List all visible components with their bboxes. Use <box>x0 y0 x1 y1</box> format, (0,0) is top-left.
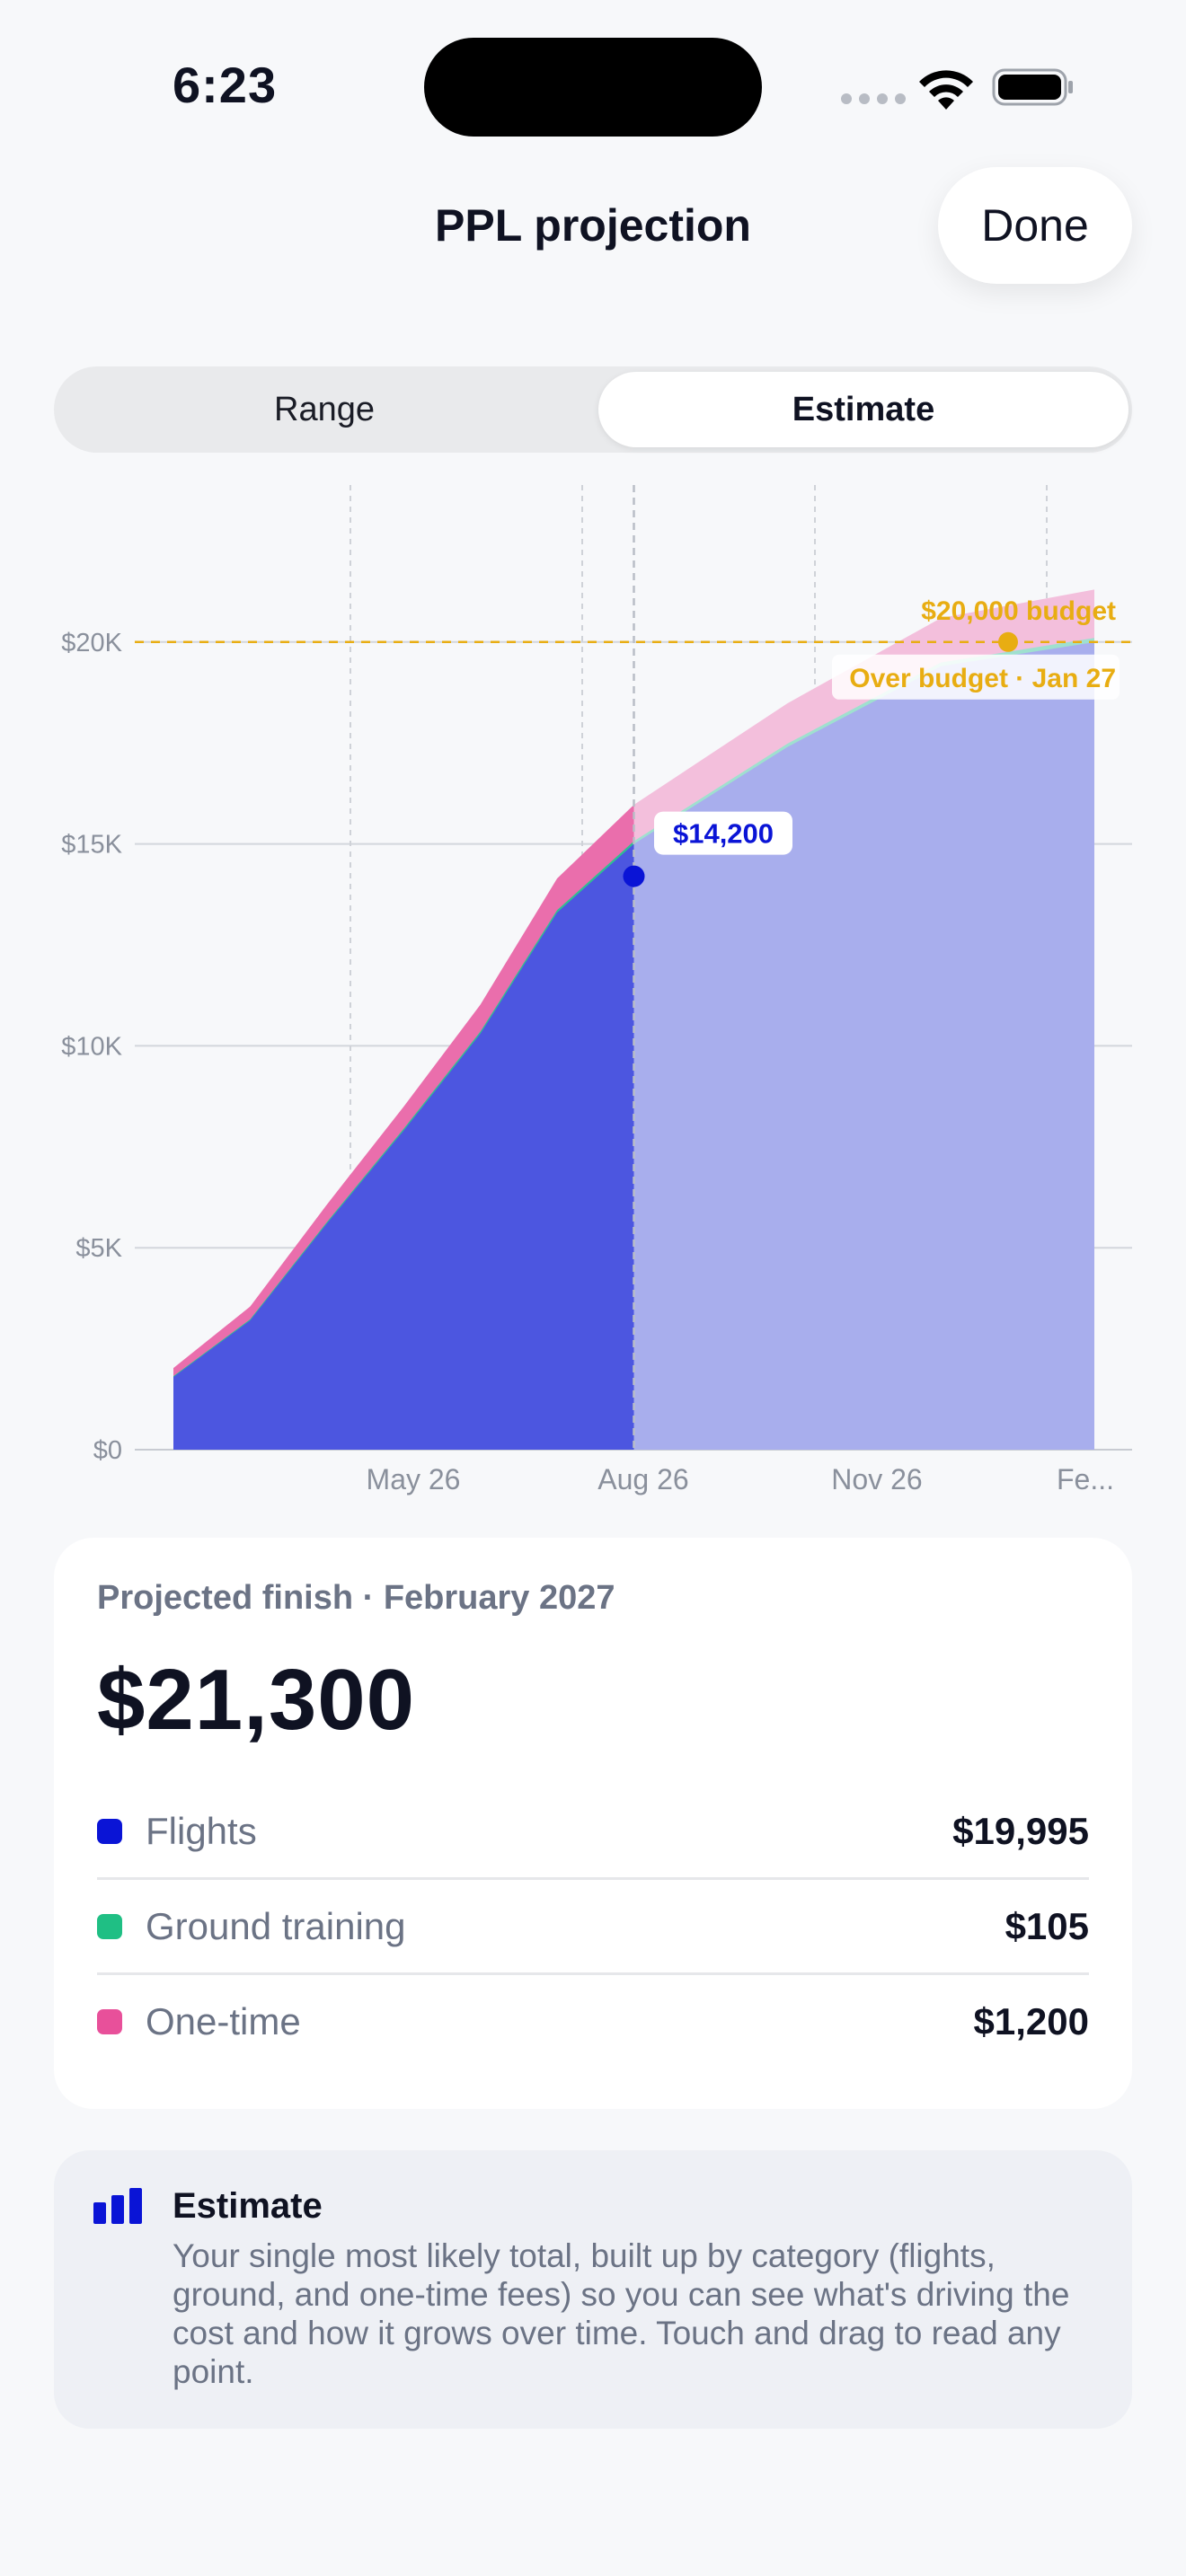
over-budget-label: Over budget · Jan 27 <box>849 664 1116 693</box>
cellular-signal-icon <box>841 93 906 104</box>
status-time: 6:23 <box>173 57 278 113</box>
x-tick-label: Aug 26 <box>597 1463 688 1495</box>
info-title: Estimate <box>173 2186 323 2226</box>
breakdown-row-flights: Flights $19,995 <box>97 1784 1089 1879</box>
over-budget-marker <box>998 631 1018 652</box>
dynamic-island <box>424 38 762 137</box>
budget-label: $20,000 budget <box>921 596 1116 626</box>
wifi-icon <box>919 70 973 110</box>
info-description: Your single most likely total, built up … <box>173 2237 1070 2390</box>
y-tick-label: $15K <box>61 831 122 860</box>
onetime-color-swatch <box>97 2009 122 2034</box>
breakdown-value: $1,200 <box>973 2000 1089 2042</box>
segment-estimate[interactable]: Estimate <box>598 372 1128 447</box>
value-tooltip-label: $14,200 <box>673 818 774 850</box>
segment-range[interactable]: Range <box>59 372 589 447</box>
breakdown-value: $19,995 <box>952 1810 1089 1852</box>
projected-finish-label: Projected finish · February 2027 <box>97 1579 615 1617</box>
view-segmented-control: Range Estimate <box>54 366 1132 453</box>
projection-summary-card: Projected finish · February 2027 $21,300… <box>54 1538 1132 2109</box>
projected-total: $21,300 <box>97 1652 416 1748</box>
breakdown-label: Ground training <box>146 1905 406 1947</box>
breakdown-row-ground: Ground training $105 <box>97 1879 1089 1974</box>
breakdown-label: Flights <box>146 1810 257 1852</box>
selected-point-marker[interactable] <box>623 865 645 887</box>
battery-icon <box>992 68 1073 106</box>
done-button[interactable]: Done <box>938 167 1132 284</box>
bar-chart-icon <box>93 2188 142 2224</box>
y-tick-label: $20K <box>61 629 122 657</box>
x-tick-label: Fe... <box>1057 1463 1114 1495</box>
projection-chart[interactable]: $0 $5K $10K $15K $20K $20,000 budget Over budg… <box>0 476 1186 1509</box>
navigation-bar: PPL projection Done <box>0 153 1186 305</box>
status-bar: 6:23 <box>0 0 1186 153</box>
breakdown-value: $105 <box>1005 1905 1089 1947</box>
x-tick-label: May 26 <box>367 1463 461 1495</box>
breakdown-row-onetime: One-time $1,200 <box>97 1974 1089 2069</box>
flights-color-swatch <box>97 1819 122 1844</box>
y-tick-label: $0 <box>93 1436 122 1465</box>
estimate-info-card: Estimate Your single most likely total, … <box>54 2150 1132 2429</box>
actual-flights-area <box>173 843 634 1450</box>
ground-color-swatch <box>97 1914 122 1939</box>
x-tick-label: Nov 26 <box>831 1463 922 1495</box>
y-tick-label: $10K <box>61 1032 122 1061</box>
breakdown-label: One-time <box>146 2000 301 2042</box>
y-tick-label: $5K <box>75 1234 122 1263</box>
